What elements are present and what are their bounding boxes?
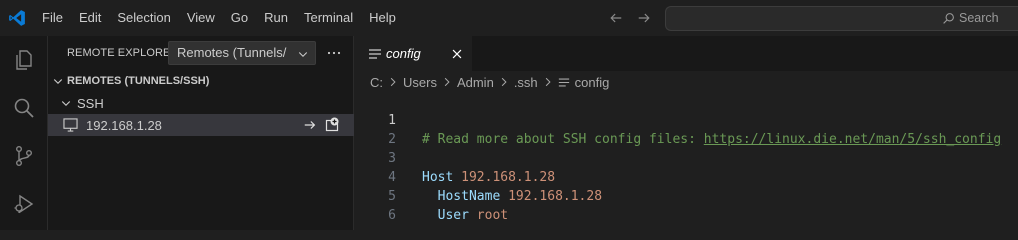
close-icon[interactable] [450,47,464,61]
vscode-logo-icon [9,10,25,26]
remote-explorer-sidebar: REMOTE EXPLORER Remotes (Tunnels/SSH) RE… [48,36,354,230]
forward-arrow-icon[interactable] [636,8,652,28]
search-icon[interactable] [0,84,48,132]
tree-item-host[interactable]: 192.168.1.28 [48,114,354,136]
menu-edit[interactable]: Edit [71,0,109,36]
menu-view[interactable]: View [179,0,223,36]
breadcrumb-ssh[interactable]: .ssh [514,75,538,90]
menu-help[interactable]: Help [361,0,404,36]
menu-file[interactable]: File [34,0,71,36]
breadcrumb-drive[interactable]: C: [370,75,383,90]
code-line: 4 HostName 192.168.1.28 [354,149,1018,204]
editor-area: config C: Users Admin .ssh config 1 # Re… [354,36,1018,230]
menu-terminal[interactable]: Terminal [296,0,361,36]
code-line: 2 [354,111,1018,147]
chevron-right-icon [543,77,553,87]
title-bar: File Edit Selection View Go Run Terminal… [0,0,1018,36]
search-icon [943,13,954,24]
sidebar-header: REMOTE EXPLORER Remotes (Tunnels/SSH) [48,36,354,71]
remote-type-select[interactable]: Remotes (Tunnels/SSH) [168,41,316,65]
remotes-section-label: REMOTES (TUNNELS/SSH) [67,75,210,87]
config-key: User [437,208,469,223]
line-text: User root [422,206,508,225]
activity-bar [0,36,48,230]
host-row-actions [302,117,340,133]
editor-tab-bar: config [354,36,1018,71]
chevron-right-icon [499,77,509,87]
config-value: root [476,208,509,223]
tree-item-host-label: 192.168.1.28 [86,118,162,133]
explorer-icon[interactable] [0,36,48,84]
breadcrumb: C: Users Admin .ssh config [370,73,609,91]
more-actions-icon[interactable] [324,43,344,63]
command-center-search[interactable]: Search [665,6,1018,31]
code-line: 5 User root [354,168,1018,223]
code-line: 1 # Read more about SSH config files: ht… [354,92,1018,147]
remote-type-value: Remotes (Tunnels/SSH) [177,45,287,60]
sidebar-title: REMOTE EXPLORER [67,47,179,59]
tab-config-label: config [386,46,421,61]
menu-go[interactable]: Go [223,0,256,36]
chevron-down-icon [61,101,71,107]
connect-current-window-icon[interactable] [302,117,318,133]
chevron-right-icon [442,77,452,87]
config-file-icon [369,49,381,59]
menu-selection[interactable]: Selection [109,0,178,36]
menu-bar: File Edit Selection View Go Run Terminal… [34,0,404,36]
breadcrumb-users[interactable]: Users [403,75,437,90]
tree-item-ssh-label: SSH [77,96,104,111]
connect-new-window-icon[interactable] [324,117,340,133]
history-navigation [608,8,652,28]
back-arrow-icon[interactable] [608,8,624,28]
chevron-down-icon [53,79,63,85]
remotes-section-header[interactable]: REMOTES (TUNNELS/SSH) [48,70,354,92]
line-number: 6 [388,208,396,223]
run-debug-icon[interactable] [0,180,48,228]
code-line: 6 [354,187,1018,223]
tree-item-ssh[interactable]: SSH [48,92,354,114]
search-label: Search [959,11,999,25]
monitor-icon [63,118,78,132]
chevron-right-icon [388,77,398,87]
menu-run[interactable]: Run [256,0,296,36]
chevron-down-icon [298,52,308,57]
source-control-icon[interactable] [0,132,48,180]
code-line: 3 Host 192.168.1.28 [354,130,1018,185]
breadcrumb-file[interactable]: config [575,75,610,90]
tab-config[interactable]: config [354,36,472,71]
config-file-icon [558,77,570,88]
breadcrumb-admin[interactable]: Admin [457,75,494,90]
